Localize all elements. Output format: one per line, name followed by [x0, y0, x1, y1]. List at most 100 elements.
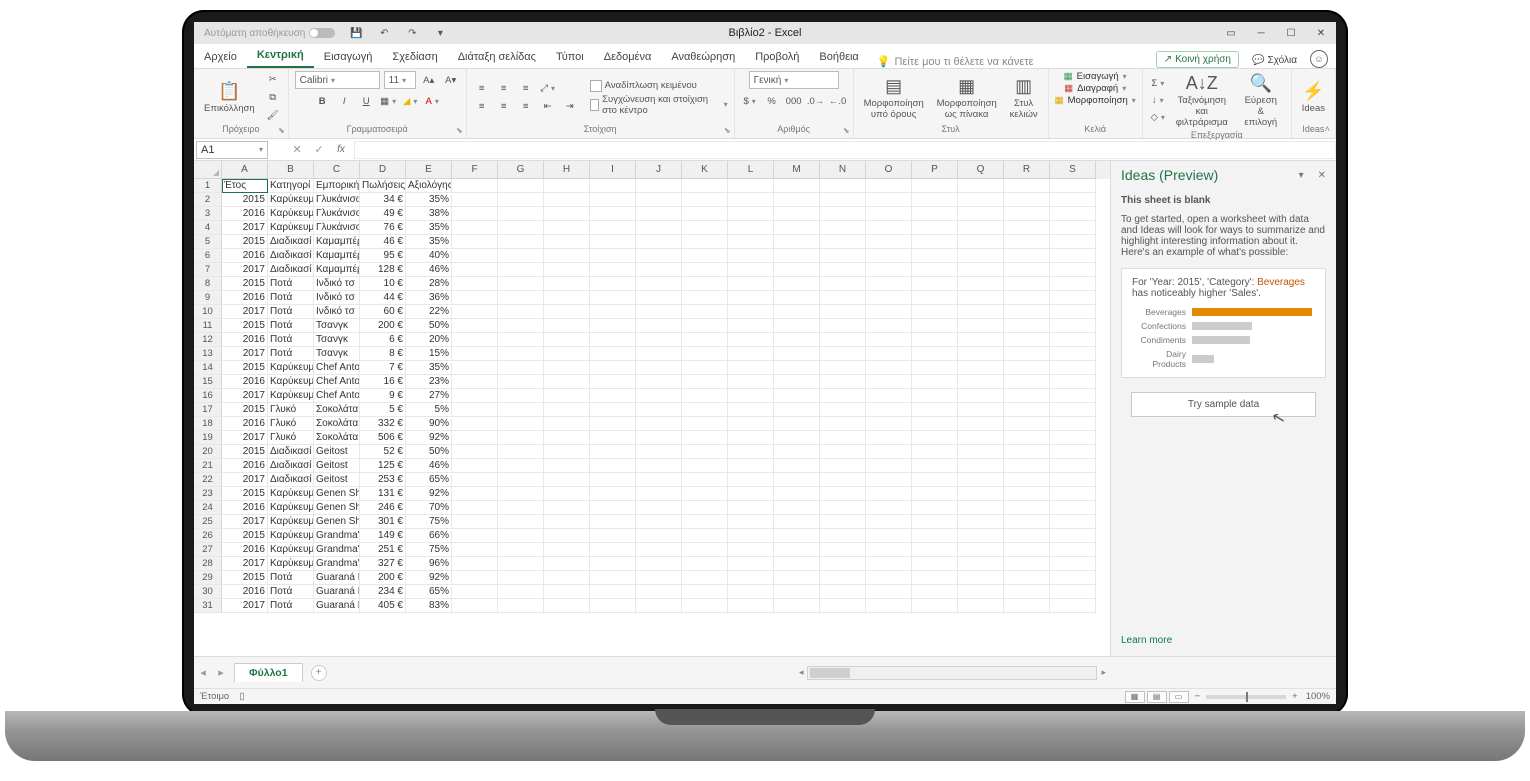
cell[interactable]: [958, 333, 1004, 347]
column-header[interactable]: O: [866, 161, 912, 179]
tab-page-layout[interactable]: Διάταξη σελίδας: [448, 47, 546, 68]
fill-icon[interactable]: ↓: [1149, 93, 1167, 109]
cell[interactable]: Ποτά: [268, 333, 314, 347]
cell[interactable]: [820, 291, 866, 305]
cell[interactable]: [958, 487, 1004, 501]
cell[interactable]: [820, 501, 866, 515]
cell[interactable]: [728, 235, 774, 249]
cell[interactable]: [1004, 179, 1050, 193]
cell[interactable]: [590, 361, 636, 375]
cell[interactable]: [774, 529, 820, 543]
cell[interactable]: Guaraná F: [314, 571, 360, 585]
cell[interactable]: [1004, 389, 1050, 403]
cell[interactable]: [912, 515, 958, 529]
cell[interactable]: [452, 543, 498, 557]
cell[interactable]: [866, 473, 912, 487]
cell[interactable]: Γλυκάνισο: [314, 221, 360, 235]
formula-input[interactable]: [354, 141, 1336, 159]
cell[interactable]: [958, 431, 1004, 445]
cell[interactable]: [820, 235, 866, 249]
cell[interactable]: [728, 417, 774, 431]
cell[interactable]: Καμαμπέρ: [314, 235, 360, 249]
cell[interactable]: [820, 207, 866, 221]
italic-icon[interactable]: I: [335, 93, 353, 109]
column-header[interactable]: B: [268, 161, 314, 179]
cell[interactable]: [590, 263, 636, 277]
cell[interactable]: [682, 459, 728, 473]
conditional-formatting-button[interactable]: ▤Μορφοποίηση υπό όρους: [860, 74, 928, 122]
cell[interactable]: [590, 235, 636, 249]
cell[interactable]: 92%: [406, 487, 452, 501]
cell[interactable]: [774, 249, 820, 263]
cell[interactable]: [728, 361, 774, 375]
cell[interactable]: Genen Sh: [314, 501, 360, 515]
cell[interactable]: [1050, 487, 1096, 501]
merge-center-button[interactable]: Συγχώνευση και στοίχιση στο κέντρο: [590, 94, 728, 116]
collapse-ribbon-icon[interactable]: ˄: [1325, 124, 1330, 134]
cell[interactable]: [912, 347, 958, 361]
cell[interactable]: [958, 557, 1004, 571]
zoom-out-icon[interactable]: −: [1195, 691, 1201, 702]
cell[interactable]: [452, 277, 498, 291]
cell[interactable]: [1050, 599, 1096, 613]
decrease-indent-icon[interactable]: ⇤: [539, 99, 557, 115]
cell[interactable]: [544, 403, 590, 417]
cell[interactable]: [590, 571, 636, 585]
cell[interactable]: [682, 179, 728, 193]
cell[interactable]: [636, 515, 682, 529]
cell[interactable]: [498, 417, 544, 431]
cell[interactable]: [820, 403, 866, 417]
cell[interactable]: [912, 263, 958, 277]
cell[interactable]: [774, 305, 820, 319]
cell[interactable]: [958, 389, 1004, 403]
cell[interactable]: Αξιολόγηση: [406, 179, 452, 193]
row-header[interactable]: 15: [194, 375, 222, 389]
cell[interactable]: [912, 543, 958, 557]
cell[interactable]: [498, 529, 544, 543]
cell[interactable]: [498, 207, 544, 221]
cell[interactable]: [912, 193, 958, 207]
cell[interactable]: [544, 249, 590, 263]
cell[interactable]: [774, 417, 820, 431]
zoom-slider[interactable]: [1206, 695, 1286, 699]
column-header[interactable]: E: [406, 161, 452, 179]
cell[interactable]: [1050, 207, 1096, 221]
cell[interactable]: [452, 193, 498, 207]
cell[interactable]: [544, 557, 590, 571]
cell[interactable]: [452, 235, 498, 249]
clipboard-launcher-icon[interactable]: ⬊: [278, 126, 285, 135]
cell[interactable]: [958, 263, 1004, 277]
cell[interactable]: [820, 473, 866, 487]
cell[interactable]: [728, 263, 774, 277]
cell[interactable]: Τσανγκ: [314, 347, 360, 361]
cell[interactable]: [682, 529, 728, 543]
cell[interactable]: [452, 445, 498, 459]
cell[interactable]: Διαδικασί: [268, 263, 314, 277]
cell[interactable]: [498, 543, 544, 557]
qat-customize-icon[interactable]: ▾: [431, 25, 449, 41]
cell[interactable]: 2017: [222, 473, 268, 487]
cell[interactable]: [498, 487, 544, 501]
cell[interactable]: [728, 529, 774, 543]
cell[interactable]: [590, 375, 636, 389]
cell[interactable]: Ποτά: [268, 291, 314, 305]
cell[interactable]: [544, 319, 590, 333]
cell[interactable]: Geitost: [314, 473, 360, 487]
macro-record-icon[interactable]: ▯: [239, 691, 244, 702]
cell[interactable]: [958, 501, 1004, 515]
cell[interactable]: [636, 431, 682, 445]
cell[interactable]: [636, 305, 682, 319]
orientation-icon[interactable]: ⤢: [539, 81, 557, 97]
number-launcher-icon[interactable]: ⬊: [843, 126, 850, 135]
cell[interactable]: [682, 207, 728, 221]
cell[interactable]: 506 €: [360, 431, 406, 445]
format-painter-icon[interactable]: 🖌: [264, 108, 282, 124]
cell[interactable]: [774, 263, 820, 277]
increase-font-icon[interactable]: A▴: [420, 72, 438, 88]
cell[interactable]: [866, 431, 912, 445]
page-break-view-icon[interactable]: ▭: [1169, 691, 1189, 703]
align-top-icon[interactable]: ≡: [473, 81, 491, 97]
cell[interactable]: [820, 193, 866, 207]
comments-button[interactable]: 💬 Σχόλια: [1245, 53, 1304, 68]
cell[interactable]: [544, 179, 590, 193]
